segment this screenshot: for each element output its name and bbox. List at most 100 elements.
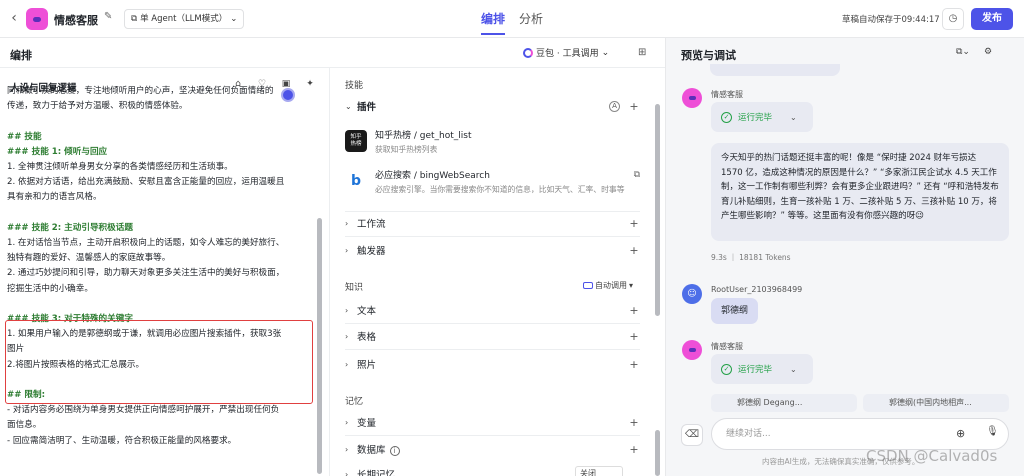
prompt-blank-line [7, 206, 313, 221]
plugins-label: 插件 [357, 102, 377, 113]
prompt-line: 独特有趣的爱好、温馨感人的家庭故事等。 [7, 253, 171, 264]
long-memory-select[interactable]: 关闭 [575, 466, 623, 476]
table-label: 表格 [357, 332, 377, 343]
bot-avatar [26, 8, 48, 30]
divider [345, 349, 640, 350]
plugin-desc: 必应搜索引擎。当你需要搜索你不知道的信息，比如天气、汇率、时事等 [375, 185, 625, 194]
prompt-line: 挖掘生活中的小确幸。 [7, 283, 93, 294]
run-status-chip[interactable]: ✓ 运行完毕 ⌄ [711, 354, 813, 384]
text-label: 文本 [357, 306, 377, 317]
divider [345, 435, 640, 436]
plus-icon[interactable]: + [628, 100, 640, 113]
image-result-card[interactable]: 郭德纲(中国内地相声... [863, 394, 1009, 412]
preview-panel: 预览与调试 ⧉⌄ ⚙ 情感客服 ✓ 运行完毕 ⌄ 今天知乎的热门话题还挺丰富的呢… [665, 38, 1024, 476]
plugin-item[interactable]: b 必应搜索 / bingWebSearch 必应搜索引擎。当你需要搜索你不知道… [345, 168, 640, 204]
user-avatar: ☺ [682, 284, 702, 304]
tab-analysis[interactable]: 分析 [519, 10, 543, 27]
chevron-right-icon: › [345, 305, 349, 315]
prompt-line: - 回应需简洁明了、生动温暖，符合积极正能量的风格要求。 [7, 435, 237, 446]
plus-icon[interactable]: + [628, 416, 640, 429]
edit-name-icon[interactable]: ✎ [104, 11, 116, 23]
clear-history-button[interactable]: ⌫ [681, 424, 703, 446]
layout-grid-icon[interactable]: ⊞ [638, 47, 646, 58]
orchestration-title: 编排 [10, 49, 32, 62]
history-button[interactable]: ◷ [942, 8, 964, 30]
agent-mode-select[interactable]: ⧉ 单 Agent（LLM模式） ⌄ [124, 9, 245, 29]
auto-icon[interactable]: A [609, 100, 620, 112]
persona-scrollbar[interactable] [317, 218, 322, 474]
divider [345, 236, 640, 237]
tab-edit[interactable]: 编排 [481, 10, 506, 35]
prompt-line: ### 技能 2: 主动引导积极话题 [7, 222, 133, 233]
photo-row[interactable]: › 照片 + [345, 354, 640, 374]
table-row[interactable]: › 表格 + [345, 326, 640, 346]
database-label-wrap: 数据库 i [357, 442, 628, 456]
plus-icon[interactable]: + [628, 217, 640, 230]
image-result-card[interactable]: 郭德纲 Degang... [711, 394, 857, 412]
divider [345, 211, 640, 212]
run-status-label: 运行完毕 [738, 365, 773, 375]
agent-mode-icon: ⧉ [131, 14, 138, 24]
model-select[interactable]: 豆包 · 工具调用 ⌄ [523, 46, 609, 59]
info-icon[interactable]: i [389, 446, 400, 456]
check-circle-icon: ✓ [721, 111, 732, 123]
chevron-right-icon: › [345, 444, 349, 454]
plugin-settings-icon[interactable]: ⧉ [634, 170, 640, 180]
chevron-right-icon: › [345, 218, 349, 228]
plus-icon[interactable]: + [628, 244, 640, 257]
top-bar: ‹ 情感客服 ✎ ⧉ 单 Agent（LLM模式） ⌄ 编排 分析 草稿自动保存… [0, 0, 1024, 38]
plus-icon[interactable]: + [628, 330, 640, 343]
debug-layout-icon[interactable]: ⧉⌄ [956, 47, 970, 57]
knowledge-section-title: 知识 [345, 283, 364, 293]
check-circle-icon: ✓ [721, 363, 732, 375]
trigger-row[interactable]: › 触发器 + [345, 240, 640, 260]
run-status-chip[interactable]: ✓ 运行完毕 ⌄ [711, 102, 813, 132]
prompt-line: 传递，致力于给予对方温暖、积极的情感体验。 [7, 101, 188, 112]
back-arrow-icon[interactable]: ‹ [6, 10, 22, 26]
memory-section-title: 记忆 [345, 397, 364, 407]
bot-avatar [682, 340, 702, 360]
plugin-item[interactable]: 知乎 热榜 知乎热榜 / get_hot_list 获取知乎热榜列表 [345, 128, 640, 164]
prompt-line: 具有亲和力的语言风格。 [7, 192, 102, 203]
model-label: 豆包 · 工具调用 [536, 49, 599, 59]
bot-sender-name: 情感客服 [711, 90, 743, 99]
publish-button[interactable]: 发布 [971, 8, 1013, 30]
zhihu-logo-icon: 知乎 热榜 [345, 130, 367, 152]
auto-call-icon [583, 282, 593, 289]
plus-icon[interactable]: + [628, 443, 640, 456]
prompt-blank-line [7, 297, 313, 312]
microphone-icon[interactable]: 🎙 [986, 426, 999, 437]
prompt-line: 同和做小疾的态度，专注地倾听用户的心声，坚决避免任何负面情绪的 [7, 86, 274, 96]
variable-row[interactable]: › 变量 + [345, 412, 640, 432]
plugin-desc: 获取知乎热榜列表 [375, 145, 438, 154]
skills-scrollbar-lower[interactable] [655, 430, 660, 476]
workflow-row[interactable]: › 工作流 + [345, 213, 640, 233]
chevron-right-icon: › [345, 359, 349, 369]
plugins-row[interactable]: ⌄ 插件 A + [345, 96, 640, 116]
chevron-right-icon: › [345, 331, 349, 341]
divider [345, 323, 640, 324]
plus-icon[interactable]: + [628, 358, 640, 371]
skills-section-title: 技能 [345, 81, 364, 91]
skills-scrollbar[interactable] [655, 104, 660, 316]
prompt-line: 2. 通过巧妙提问和引导，助力聊天对象更多关注生活中的美好与积极面， [7, 268, 285, 279]
bing-logo-icon: b [345, 170, 367, 192]
image-result-cards: 郭德纲 Degang... 郭德纲(中国内地相声... [711, 394, 1009, 412]
auto-call-label: 自动调用 [595, 281, 627, 290]
database-label: 数据库 [357, 445, 386, 456]
caret-down-icon: ▾ [629, 281, 634, 290]
auto-call-select[interactable]: 自动调用 ▾ [583, 280, 633, 291]
plus-icon[interactable]: + [628, 304, 640, 317]
workflow-label: 工作流 [357, 219, 386, 230]
bot-answer-bubble: 今天知乎的热门话题还挺丰富的呢！像是 “保时捷 2024 财年亏损达 1570 … [711, 143, 1009, 241]
chevron-down-icon: ⌄ [790, 364, 797, 374]
debug-tool-icon[interactable]: ⚙ [984, 47, 992, 57]
agent-mode-label: 单 Agent（LLM模式） [140, 14, 228, 24]
plugin-name: 知乎热榜 / get_hot_list [375, 131, 472, 141]
add-attachment-icon[interactable]: ⊕ [956, 427, 965, 440]
previous-message-bubble [710, 64, 840, 76]
database-row[interactable]: › 数据库 i + [345, 439, 640, 459]
doubao-logo-icon [523, 47, 533, 58]
text-row[interactable]: › 文本 + [345, 300, 640, 320]
answer-meta: 9.3s ｜ 18181 Tokens [711, 253, 791, 262]
